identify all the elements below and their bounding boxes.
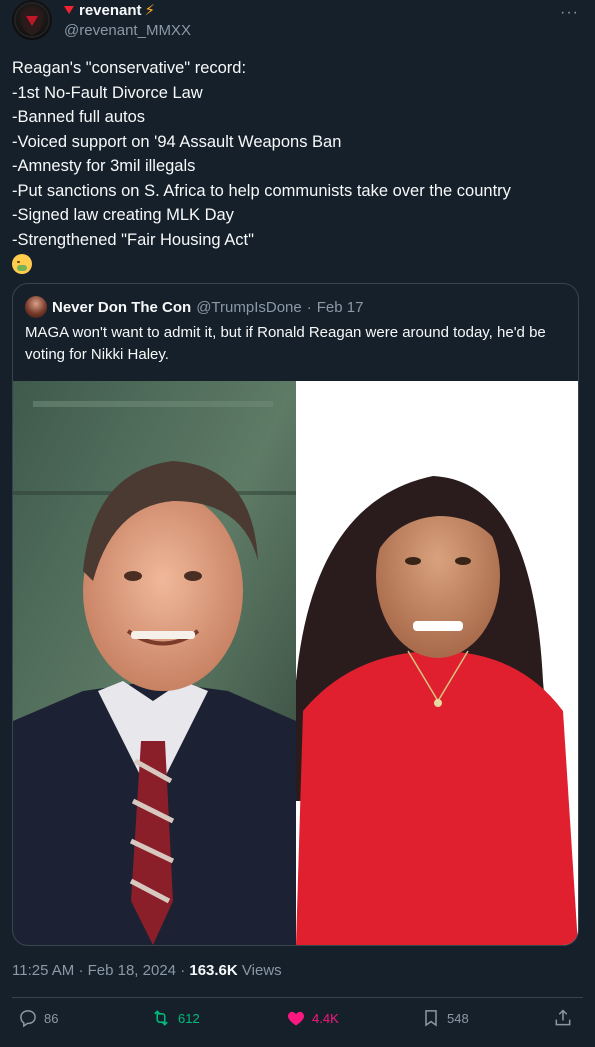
author-handle[interactable]: @revenant_MMXX <box>64 22 191 39</box>
red-triangle-icon <box>64 6 74 14</box>
tweet-line: Reagan's "conservative" record: <box>12 59 247 77</box>
quoted-author-handle[interactable]: @TrumpIsDone <box>196 299 302 316</box>
reply-count: 86 <box>44 1010 59 1026</box>
retweet-icon <box>154 1010 168 1026</box>
quoted-author-name[interactable]: Never Don The Con <box>52 299 191 316</box>
like-count: 4.4K <box>312 1010 339 1026</box>
reply-button[interactable]: 86 <box>18 1008 58 1028</box>
quoted-tweet-text: MAGA won't want to admit it, but if Rona… <box>25 324 546 363</box>
quoted-tweet-image[interactable] <box>13 381 578 945</box>
timestamp-separator-2: · <box>180 962 186 979</box>
more-options-icon[interactable]: ··· <box>560 4 579 22</box>
retweet-button[interactable]: 612 <box>150 1008 200 1028</box>
nauseated-face-icon <box>12 254 32 274</box>
tweet-actions: 86 612 4.4K 548 <box>12 1008 583 1036</box>
retweet-count: 612 <box>178 1010 200 1026</box>
tweet-time[interactable]: 11:25 AM <box>12 962 74 979</box>
author-name-row[interactable]: revenant ⚡ <box>64 1 155 19</box>
quoted-tweet-header: Never Don The Con @TrumpIsDone · Feb 17 <box>25 296 363 318</box>
quoted-author-avatar[interactable] <box>25 296 47 318</box>
tweet-date[interactable]: Feb 18, 2024 <box>88 962 176 979</box>
bookmark-button[interactable]: 548 <box>421 1008 469 1028</box>
lightning-icon: ⚡ <box>144 2 156 19</box>
tweet-line: -Strengthened "Fair Housing Act" <box>12 230 254 249</box>
timestamp-separator: · <box>78 962 84 979</box>
views-count: 163.6K <box>189 962 238 979</box>
tweet-timestamp: 11:25 AM · Feb 18, 2024 · 163.6K Views <box>12 962 282 979</box>
tweet-header: revenant ⚡ @revenant_MMXX ··· <box>12 0 583 44</box>
tweet-line: -1st No-Fault Divorce Law <box>12 83 203 102</box>
tweet-line: -Signed law creating MLK Day <box>12 206 234 224</box>
tweet-text: Reagan's "conservative" record: -1st No-… <box>12 56 583 282</box>
like-button[interactable]: 4.4K <box>286 1008 339 1028</box>
share-button[interactable] <box>553 1008 573 1028</box>
reply-icon <box>20 1010 36 1028</box>
heart-icon <box>287 1011 305 1026</box>
bookmark-icon <box>425 1010 437 1027</box>
bookmark-count: 548 <box>447 1010 469 1026</box>
quoted-tweet[interactable]: Never Don The Con @TrumpIsDone · Feb 17 … <box>12 283 579 946</box>
share-icon <box>555 1009 571 1026</box>
tweet-line: -Voiced support on '94 Assault Weapons B… <box>12 132 342 151</box>
quoted-date[interactable]: Feb 17 <box>317 299 364 316</box>
tweet-line: -Banned full autos <box>12 108 146 126</box>
author-avatar[interactable] <box>12 0 52 40</box>
tweet-line: -Put sanctions on S. Africa to help comm… <box>12 181 511 200</box>
quoted-separator: · <box>306 298 312 316</box>
author-display-name[interactable]: revenant <box>79 2 142 19</box>
divider <box>12 997 583 998</box>
views-label: Views <box>241 962 282 979</box>
tweet-line: -Amnesty for 3mil illegals <box>12 157 196 175</box>
